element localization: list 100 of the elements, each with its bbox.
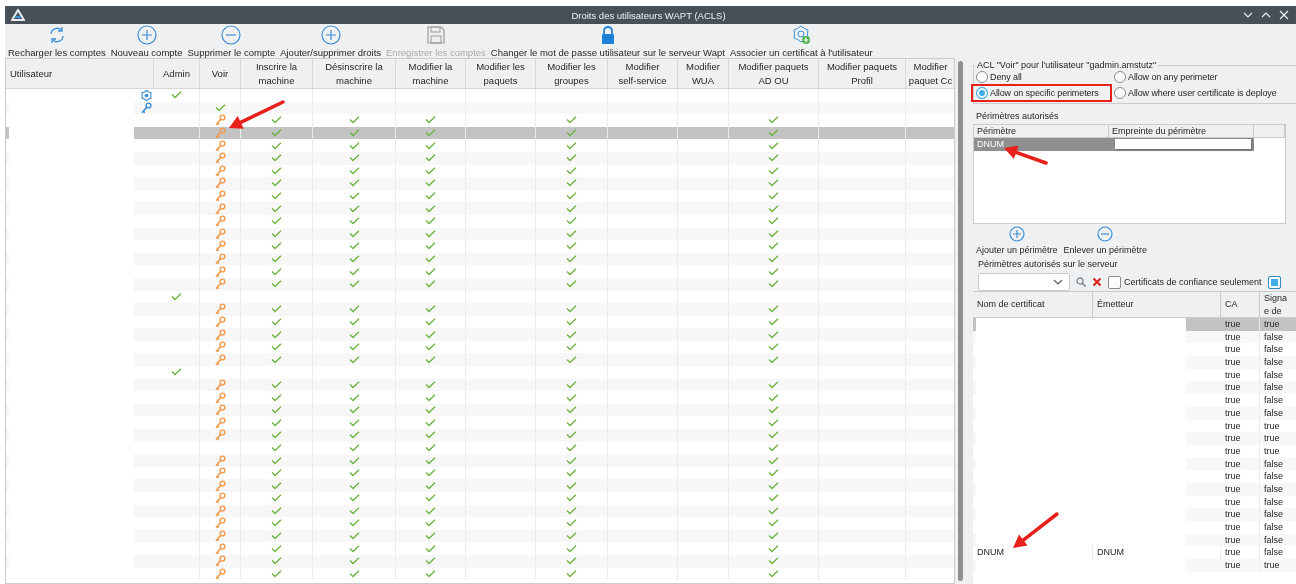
rosette-plus-icon — [791, 25, 812, 45]
perimeter-button[interactable]: Enlever un périmètre — [1060, 226, 1151, 255]
column-header[interactable]: Modifier les groupes — [536, 59, 608, 88]
close-icon — [1278, 9, 1290, 21]
key-icon — [214, 240, 226, 253]
close-button[interactable] — [1278, 9, 1290, 21]
table-row[interactable]: true false — [973, 508, 1296, 521]
perimeter-combobox[interactable] — [978, 273, 1070, 291]
column-header[interactable]: Voir — [200, 59, 241, 88]
radio-button[interactable] — [1114, 71, 1126, 83]
key-icon — [214, 391, 226, 404]
column-header[interactable]: Nom de certificat — [973, 292, 1093, 318]
radio-button[interactable] — [1114, 87, 1126, 99]
table-row[interactable]: true false — [973, 343, 1296, 357]
column-header[interactable]: Modifier les paquets — [466, 59, 536, 88]
table-row[interactable] — [6, 403, 954, 417]
table-row[interactable]: true false — [973, 381, 1296, 395]
perimeter-button[interactable]: Ajouter un périmètre — [973, 226, 1061, 255]
table-cell: true — [1221, 330, 1260, 344]
table-row[interactable]: true false — [973, 521, 1296, 534]
table-row[interactable]: true true — [973, 318, 1296, 331]
table-row[interactable] — [6, 378, 954, 392]
toolbar-button[interactable]: Recharger les comptes — [8, 25, 106, 58]
table-row[interactable] — [6, 277, 954, 291]
key-icon — [214, 416, 226, 429]
table-row[interactable] — [6, 504, 954, 518]
key-icon — [214, 467, 226, 480]
key-icon — [214, 429, 226, 442]
key-icon — [214, 542, 226, 555]
table-row[interactable] — [6, 252, 954, 266]
key-icon — [214, 202, 226, 215]
search-button[interactable] — [1076, 277, 1086, 287]
checkbox[interactable] — [1267, 275, 1281, 289]
column-header[interactable]: Émetteur — [1093, 292, 1221, 318]
column-header[interactable]: Inscrire la machine — [241, 59, 313, 88]
table-cell: false — [1260, 406, 1296, 420]
table-row[interactable] — [6, 328, 954, 341]
toolbar-button[interactable]: Ajouter/supprimer droits — [280, 25, 382, 58]
column-header[interactable]: Modifier self-service — [608, 59, 678, 88]
table-row[interactable]: true false — [973, 482, 1296, 496]
table-row[interactable] — [6, 101, 954, 115]
key-icon — [214, 215, 226, 228]
key-icon — [214, 328, 226, 341]
key-icon — [214, 353, 226, 366]
table-row[interactable] — [6, 151, 954, 165]
trusted-checkbox[interactable]: Certificats de confiance seulement — [1108, 275, 1262, 289]
rosette-icon — [141, 89, 152, 101]
key-icon — [214, 164, 226, 177]
table-row[interactable] — [6, 529, 954, 543]
radio-option[interactable]: Deny all — [976, 70, 1114, 84]
toolbar-button[interactable]: Supprimer le compte — [187, 25, 276, 58]
toolbar-button[interactable]: Changer le mot de passe utilisateur sur le serveur Wapt — [490, 25, 725, 58]
table-row[interactable]: true false — [973, 356, 1296, 369]
table-row[interactable] — [6, 429, 954, 442]
key-icon — [214, 404, 226, 417]
column-header[interactable]: Modifier paquets AD OU — [729, 59, 819, 88]
key-icon — [214, 190, 226, 203]
column-header[interactable]: Périmètre — [974, 125, 1109, 138]
table-row[interactable]: true false — [973, 394, 1296, 407]
table-cell: false — [1260, 394, 1296, 407]
radio-option[interactable]: Allow on any perimeter — [1114, 70, 1296, 84]
table-cell: true — [1260, 432, 1296, 445]
radio-option[interactable]: Allow on specific perimeters — [976, 86, 1110, 100]
section-label: Périmètres autorisés — [976, 111, 1060, 121]
table-row[interactable]: true false — [973, 470, 1296, 483]
column-header[interactable]: Utilisateur — [6, 59, 154, 88]
table-cell: true — [1221, 482, 1260, 496]
column-header[interactable]: Modifier la machine — [396, 59, 466, 88]
radio-option[interactable]: Allow where user certificate is deploye — [1114, 86, 1296, 100]
table-cell: false — [1260, 482, 1296, 496]
table-cell: true — [1221, 533, 1260, 547]
table-row[interactable] — [6, 126, 954, 140]
column-header[interactable]: Modifier paquet Cc — [906, 59, 954, 88]
table-row[interactable] — [6, 177, 954, 190]
table-row[interactable] — [6, 479, 954, 492]
table-row[interactable] — [6, 353, 954, 367]
column-header[interactable]: Modifier WUA — [678, 59, 729, 88]
scrollbar-thumb[interactable] — [957, 61, 963, 581]
radio-button[interactable] — [976, 71, 988, 83]
table-cell: true — [1221, 444, 1260, 458]
clear-button[interactable] — [1092, 277, 1102, 287]
table-row[interactable]: true true — [973, 559, 1296, 572]
table-row[interactable] — [6, 454, 954, 467]
table-row[interactable] — [6, 202, 954, 215]
table-row[interactable]: true true — [973, 432, 1296, 445]
column-header[interactable]: Empreinte du périmètre — [1109, 125, 1254, 138]
key-icon — [214, 278, 226, 291]
table-row[interactable] — [6, 554, 954, 568]
table-row[interactable]: true false — [973, 457, 1296, 471]
column-header[interactable]: Désinscrire la machine — [313, 59, 396, 88]
table-row[interactable] — [6, 303, 954, 316]
toolbar-button[interactable]: Nouveau compte — [110, 25, 183, 58]
column-header[interactable]: Modifier paquets Profil — [819, 59, 906, 88]
radio-button[interactable] — [976, 87, 988, 99]
column-header[interactable]: CA — [1221, 292, 1260, 318]
column-header[interactable]: Admin — [154, 59, 200, 88]
toolbar-button[interactable]: Associer un certificat à l'utilisateur — [729, 25, 873, 58]
table-row[interactable] — [6, 227, 954, 241]
table-row[interactable]: true false — [973, 406, 1296, 420]
table-cell: true — [1221, 406, 1260, 420]
